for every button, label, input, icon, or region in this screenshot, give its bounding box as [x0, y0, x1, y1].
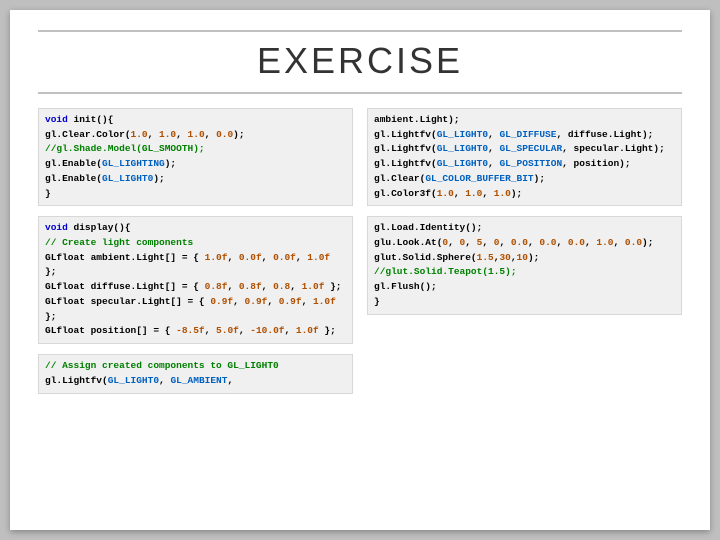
fn-display: display(){	[68, 222, 131, 233]
comment-shademodel: //gl.Shade.Model(GL_SMOOTH);	[45, 143, 205, 154]
slide: EXERCISE void init(){ gl.Clear.Color(1.0…	[10, 10, 710, 530]
code-init: void init(){ gl.Clear.Color(1.0, 1.0, 1.…	[38, 108, 353, 206]
fn-init: init(){	[68, 114, 114, 125]
comment-assign: // Assign created components to GL_LIGHT…	[45, 360, 279, 371]
title-divider: EXERCISE	[38, 30, 682, 94]
code-lightfv: ambient.Light); gl.Lightfv(GL_LIGHT0, GL…	[367, 108, 682, 206]
code-draw: gl.Load.Identity(); glu.Look.At(0, 0, 5,…	[367, 216, 682, 314]
comment-create-light: // Create light components	[45, 237, 193, 248]
code-assign-comment: // Assign created components to GL_LIGHT…	[38, 354, 353, 393]
code-display-arrays: void display(){ // Create light componen…	[38, 216, 353, 344]
call-clearcolor: gl.Clear.Color(	[45, 129, 131, 140]
left-column: void init(){ gl.Clear.Color(1.0, 1.0, 1.…	[38, 108, 353, 404]
code-columns: void init(){ gl.Clear.Color(1.0, 1.0, 1.…	[38, 108, 682, 404]
kw-void: void	[45, 114, 68, 125]
slide-title: EXERCISE	[38, 40, 682, 82]
right-column: ambient.Light); gl.Lightfv(GL_LIGHT0, GL…	[367, 108, 682, 404]
comment-teapot: //glut.Solid.Teapot(1.5);	[374, 266, 517, 277]
